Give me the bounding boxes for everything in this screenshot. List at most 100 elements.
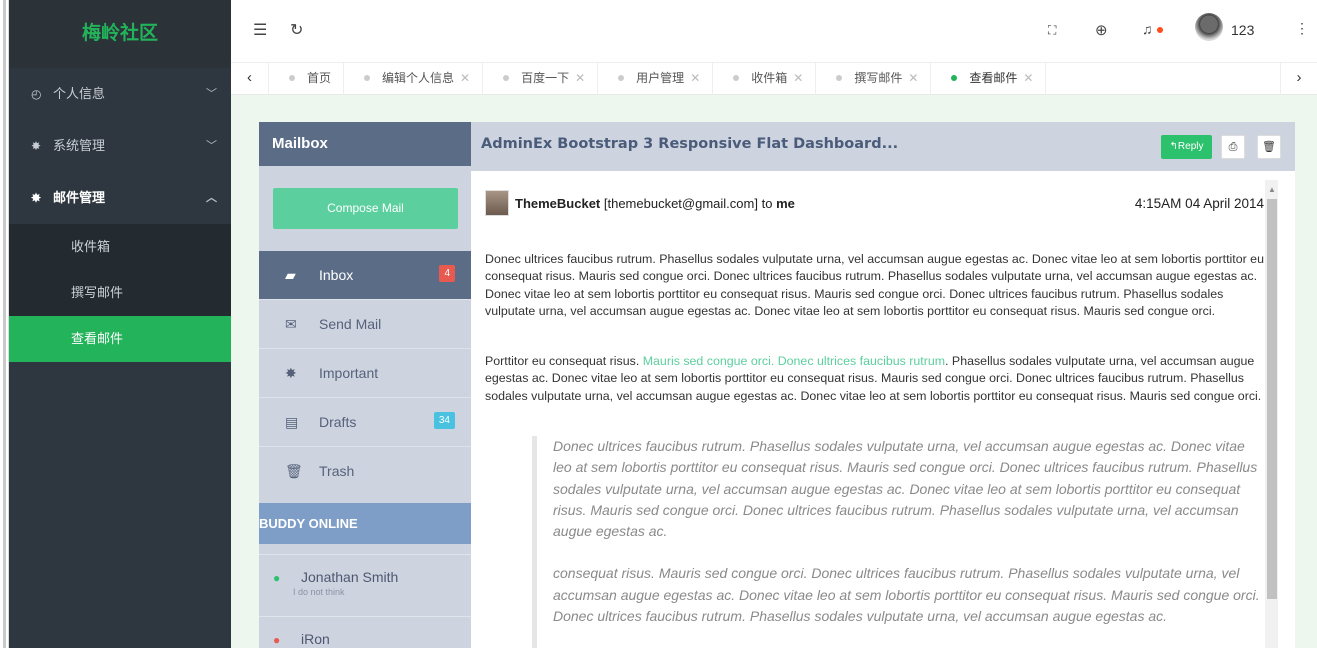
tab-dot [951,74,958,81]
gear-icon: ✸ [31,191,42,205]
sidebar: 梅岭社区 ◴ 个人信息 ﹀ ✸ 系统管理 ﹀ ✸ 邮件管理 ︿ 收件箱 撰写邮件 查看… [9,0,231,648]
tab-dot [503,74,510,81]
tab-edit-profile[interactable]: 编辑个人信息 ✕ [344,63,484,95]
folder-trash[interactable]: 🗑 Trash [259,447,471,496]
sidebar-menu-mail[interactable]: ✸ 邮件管理 ︿ [9,172,231,224]
scrollbar-thumb[interactable] [1267,199,1277,599]
sent-date: 4:15AM 04 April 2014 [1134,196,1264,211]
folder-drafts[interactable]: ▤ Drafts 34 [259,398,471,447]
tab-label: 查看邮件 [969,71,1018,85]
buddy-status: I do not think [293,587,345,597]
paragraph-text: Porttitor eu consequat risus. [485,354,643,368]
buddy-online-header: BUDDY ONLINE [259,503,471,544]
buddy-item[interactable]: ● iRon [259,616,471,656]
chevron-down-icon: ﹀ [206,140,217,152]
tab-compose[interactable]: 撰写邮件 ✕ [816,63,932,95]
sidebar-item-view-mail[interactable]: 查看邮件 [9,316,231,362]
fullscreen-icon[interactable]: ⛶ [1048,23,1056,38]
folder-label: Important [319,365,379,381]
tab-label: 用户管理 [636,71,685,85]
chat-icon: ● [273,571,281,585]
more-icon[interactable]: ⋮ [1295,20,1309,37]
tab-baidu[interactable]: 百度一下 ✕ [483,63,599,95]
blockquote: Donec ultrices faucibus rutrum. Phasellu… [532,436,1267,648]
tabs-scroll-left-icon[interactable]: ‹ [231,63,268,95]
tab-dot [618,74,625,81]
sidebar-menu-personal-info[interactable]: ◴ 个人信息 ﹀ [9,68,231,120]
top-bar: ☰ ↻ ⛶ ⊕ ♫ 123 ⋮ [231,0,1317,62]
message-paragraph: Donec ultrices faucibus rutrum. Phasellu… [485,252,1264,319]
print-button[interactable]: ⎙ [1221,135,1245,159]
bell-icon[interactable]: ♫ [1142,21,1163,37]
menu-collapse-icon[interactable]: ☰ [253,20,267,40]
close-icon[interactable]: ✕ [460,71,470,85]
buddy-name: iRon [301,631,330,647]
message-header: AdminEx Bootstrap 3 Responsive Flat Dash… [471,122,1295,171]
delete-button[interactable]: 🗑 [1257,135,1281,159]
close-icon[interactable]: ✕ [690,71,700,85]
tabs-bar: ‹ 首页 编辑个人信息 ✕ 百度一下 ✕ 用户管理 ✕ 收件箱 ✕ 撰写邮件 ✕ 查看邮件… [231,62,1317,95]
tabs-scroll-right-icon[interactable]: › [1280,63,1317,95]
envelope-icon: ✉ [285,316,297,332]
sender-avatar [485,190,509,216]
reply-button[interactable]: ↰Reply [1161,135,1212,159]
buddy-item[interactable]: ● Jonathan Smith I do not think [259,554,471,616]
sidebar-submenu-mail: 收件箱 撰写邮件 查看邮件 [9,224,231,362]
sender-line: ThemeBucket [themebucket@gmail.com] to m… [515,196,795,211]
sidebar-menu-label: 邮件管理 [53,190,106,205]
sidebar-menu-system[interactable]: ✸ 系统管理 ﹀ [9,120,231,172]
gear-icon: ✸ [285,365,297,381]
sidebar-menu-label: 个人信息 [53,86,106,101]
tab-user-management[interactable]: 用户管理 ✕ [598,63,714,95]
folder-label: Trash [319,463,355,479]
sidebar-menu-label: 系统管理 [53,138,106,153]
compose-mail-button[interactable]: Compose Mail [273,188,458,229]
sender-name: ThemeBucket [515,196,601,211]
content-area: Mailbox Compose Mail ▰ Inbox 4 ✉ Send Mail… [231,95,1317,648]
logo[interactable]: 梅岭社区 [9,0,231,68]
close-icon[interactable]: ✕ [793,71,803,85]
quote-paragraph: consequat risus. Mauris sed congue orci.… [553,565,1260,625]
mailbox-title: Mailbox [259,122,471,166]
trash-icon: 🗑 [285,463,303,479]
reply-label: Reply [1177,141,1204,152]
buddy-name: Jonathan Smith [301,569,399,585]
tab-view-mail[interactable]: 查看邮件 ✕ [931,63,1047,95]
chevron-down-icon: ﹀ [206,88,217,100]
close-icon[interactable]: ✕ [908,71,918,85]
tab-home[interactable]: 首页 [269,63,345,95]
buddy-online-title: BUDDY ONLINE [259,516,358,531]
message-body: ThemeBucket [themebucket@gmail.com] to m… [471,171,1295,648]
tab-dot [836,74,843,81]
drafts-badge: 34 [433,412,455,429]
trash-icon: 🗑 [1262,141,1276,153]
refresh-icon[interactable]: ↻ [290,20,303,40]
avatar[interactable] [1195,13,1223,41]
mailbox-panel: Mailbox Compose Mail ▰ Inbox 4 ✉ Send Mail… [259,122,471,648]
left-edge-strip [0,0,9,648]
quote-paragraph: Donec ultrices faucibus rutrum. Phasellu… [553,438,1258,540]
dashboard-icon: ◴ [31,87,42,101]
close-icon[interactable]: ✕ [575,71,585,85]
sender-email: [themebucket@gmail.com] [603,196,758,211]
folder-important[interactable]: ✸ Important [259,349,471,398]
tab-label: 收件箱 [751,71,788,85]
folder-send-mail[interactable]: ✉ Send Mail [259,300,471,349]
close-icon[interactable]: ✕ [1023,71,1033,85]
tab-dot [364,74,371,81]
gear-icon: ✸ [31,139,42,153]
recipient: me [776,196,795,211]
highlighted-link[interactable]: Mauris sed congue orci. Donec ultrices f… [643,354,945,368]
sidebar-item-compose[interactable]: 撰写邮件 [9,270,231,316]
tab-label: 首页 [307,71,332,85]
tab-dot [289,74,295,81]
scroll-up-icon[interactable]: ▲ [1268,185,1276,194]
tab-list: 首页 编辑个人信息 ✕ 百度一下 ✕ 用户管理 ✕ 收件箱 ✕ 撰写邮件 ✕ 查看邮件 ✕ [268,63,1278,95]
sidebar-item-inbox[interactable]: 收件箱 [9,224,231,270]
tab-inbox[interactable]: 收件箱 ✕ [713,63,817,95]
globe-icon[interactable]: ⊕ [1095,21,1108,39]
folder-inbox[interactable]: ▰ Inbox 4 [259,251,471,300]
folder-label: Send Mail [319,316,382,332]
document-icon: ▤ [285,414,299,430]
username[interactable]: 123 [1231,22,1254,38]
